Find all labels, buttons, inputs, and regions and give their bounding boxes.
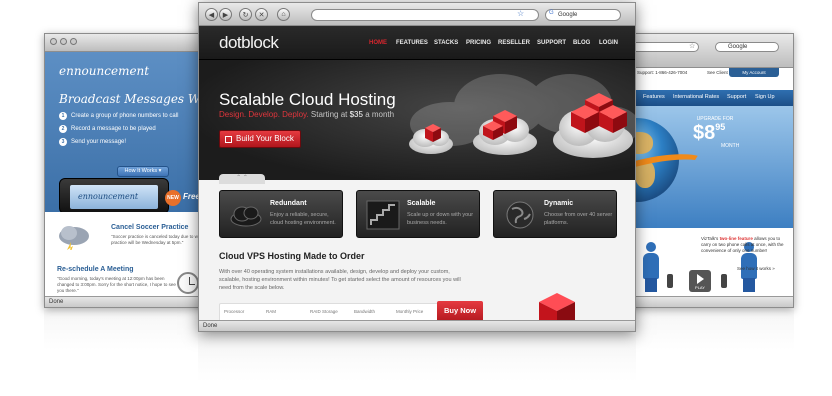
- nav-features[interactable]: Features: [643, 94, 665, 100]
- hero-title: Scalable Cloud Hosting: [219, 90, 396, 109]
- cancel-practice-title: Cancel Soccer Practice: [111, 224, 189, 231]
- hero-banner: Scalable Cloud Hosting Design. Develop. …: [199, 60, 635, 180]
- plan-header-raid: RAID Storage: [310, 309, 338, 314]
- nav-blog[interactable]: BLOG: [573, 40, 590, 46]
- left-steps-list: 1 Create a group of phone numbers to call…: [59, 109, 178, 148]
- nav-support[interactable]: Support: [727, 94, 746, 100]
- nav-sign-up[interactable]: Sign Up: [755, 94, 775, 100]
- see-how-link[interactable]: See how it works »: [737, 266, 775, 271]
- stop-icon[interactable]: ✕: [255, 8, 268, 21]
- dotblock-logo[interactable]: dotblock: [219, 33, 279, 53]
- block-icon: [225, 136, 232, 143]
- new-badge: NEW: [165, 190, 181, 206]
- nav-features[interactable]: FEATURES: [396, 40, 428, 46]
- feature-card-scalable: Scalable Scale up or down with your busi…: [356, 190, 480, 238]
- reschedule-title: Re-schedule A Meeting: [57, 266, 134, 273]
- center-reflection: [198, 334, 636, 382]
- stairs-icon: [366, 200, 400, 230]
- person-left-icon: [643, 242, 659, 292]
- feature-title: Scalable: [407, 200, 436, 207]
- nav-international-rates[interactable]: International Rates: [673, 94, 719, 100]
- feature-desc: Scale up or down with your business need…: [407, 212, 474, 226]
- step-number-icon: 2: [59, 124, 67, 133]
- reload-icon[interactable]: ↻: [239, 8, 252, 21]
- phone-illustration: ennouncement: [59, 178, 169, 214]
- bookmark-star-icon[interactable]: ☆: [517, 9, 524, 18]
- center-page-content: dotblock HOME FEATURES STACKS PRICING RE…: [199, 26, 635, 322]
- hero-tagline: Design. Develop. Deploy. Starting at $35…: [219, 110, 395, 119]
- left-step-item: 2 Record a message to be played: [59, 122, 178, 135]
- left-site-logo[interactable]: ennouncement: [59, 64, 149, 78]
- buy-now-button[interactable]: Buy Now: [437, 301, 483, 322]
- feature-desc: Enjoy a reliable, secure, cloud hosting …: [270, 212, 336, 226]
- feature-desc: Choose from over 40 server platforms.: [544, 212, 613, 226]
- price-unit: MONTH: [721, 143, 740, 149]
- price-display: $895: [693, 122, 726, 144]
- feature-title: Redundant: [270, 200, 307, 207]
- section-title: Cloud VPS Hosting Made to Order: [219, 251, 365, 261]
- home-icon[interactable]: ⌂: [277, 8, 290, 21]
- minimize-dot-icon[interactable]: [60, 38, 67, 45]
- my-account-button[interactable]: My Account: [729, 68, 779, 77]
- red-cube-icon: [539, 293, 575, 322]
- nav-pricing[interactable]: PRICING: [466, 40, 491, 46]
- clock-icon: [177, 272, 199, 294]
- forward-icon[interactable]: ▶: [219, 8, 232, 21]
- play-video-button[interactable]: PLAY: [689, 270, 711, 292]
- right-search-box[interactable]: Google: [715, 42, 779, 52]
- left-reflection: [44, 310, 198, 350]
- support-phone: Support: 1-866-426-7004: [637, 70, 688, 75]
- plan-header-processor: Processor: [224, 309, 245, 314]
- left-step-text: Send your message!: [71, 138, 127, 145]
- section-body: With over 40 operating system installati…: [219, 269, 461, 291]
- center-browser-window: ◀ ▶ ↻ ✕ ⌂ ☆ Google G dotblock HOME FEATU…: [198, 2, 636, 332]
- nav-reseller[interactable]: RESELLER: [498, 40, 530, 46]
- feature-card-redundant: Redundant Enjoy a reliable, secure, clou…: [219, 190, 343, 238]
- nav-login[interactable]: LOGIN: [599, 40, 618, 46]
- step-number-icon: 3: [59, 137, 67, 146]
- center-browser-toolbar: ◀ ▶ ↻ ✕ ⌂ ☆ Google G: [199, 3, 635, 26]
- zoom-dot-icon[interactable]: [70, 38, 77, 45]
- feature-title: Dynamic: [544, 200, 574, 207]
- storm-cloud-icon: [59, 226, 89, 250]
- center-status-bar: Done: [199, 320, 635, 331]
- cloud-cubes-illustration: [409, 74, 635, 158]
- plan-header-bandwidth: Bandwidth: [354, 309, 376, 314]
- phone-screen-logo: ennouncement: [70, 185, 158, 209]
- star-icon[interactable]: ☆: [689, 42, 695, 50]
- close-dot-icon[interactable]: [50, 38, 57, 45]
- features-section: ⌃ ⌃ Redundant Enjoy a reliable, secure, …: [199, 174, 635, 322]
- showcase-stage: ennouncement Broadcast Messages With Ea …: [0, 0, 832, 396]
- feature-card-dynamic: Dynamic Choose from over 40 server platf…: [493, 190, 617, 238]
- how-it-works-button[interactable]: How It Works ▾: [117, 166, 169, 177]
- right-reflection: [636, 310, 794, 350]
- search-engine-icon: G: [549, 10, 554, 16]
- nav-stacks[interactable]: STACKS: [434, 40, 458, 46]
- phone-right-icon: [721, 274, 727, 288]
- center-url-bar[interactable]: [311, 9, 539, 21]
- promo-copy: VizTalk's two-line feature allows you to…: [701, 236, 784, 253]
- left-step-item: 1 Create a group of phone numbers to call: [59, 109, 178, 122]
- nav-support[interactable]: SUPPORT: [537, 40, 566, 46]
- nav-home[interactable]: HOME: [369, 40, 387, 46]
- left-step-text: Create a group of phone numbers to call: [71, 112, 179, 119]
- site-header: dotblock HOME FEATURES STACKS PRICING RE…: [199, 26, 635, 60]
- cloud-icon: [230, 206, 262, 227]
- reschedule-body: "Good morning, today's meeting at 12:00p…: [57, 276, 176, 293]
- collapse-tab-icon[interactable]: ⌃ ⌃: [219, 174, 265, 184]
- globe-icon: [506, 201, 534, 229]
- plan-header-ram: RAM: [266, 309, 276, 314]
- center-search-box[interactable]: Google: [545, 9, 621, 21]
- phone-left-icon: [667, 274, 673, 288]
- plan-header-price: Monthly Price: [396, 309, 424, 314]
- back-icon[interactable]: ◀: [205, 8, 218, 21]
- left-step-text: Record a message to be played: [71, 125, 156, 132]
- build-your-block-button[interactable]: Build Your Block: [219, 130, 301, 148]
- left-step-item: 3 Send your message!: [59, 135, 178, 148]
- step-number-icon: 1: [59, 111, 67, 120]
